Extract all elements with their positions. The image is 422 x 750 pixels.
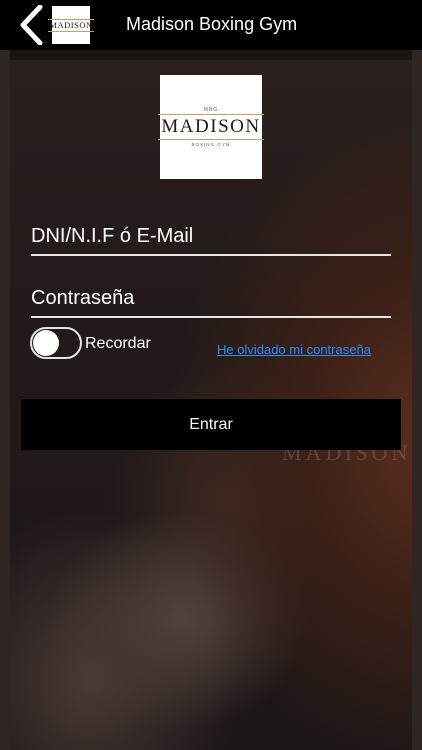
toggle-knob	[33, 330, 59, 356]
user-id-placeholder: DNI/N.I.F ó E-Mail	[31, 225, 194, 247]
login-button-label: Entrar	[189, 415, 233, 433]
logo-subtitle: BOXING GYM	[191, 142, 231, 147]
password-field[interactable]: Contraseña	[31, 282, 391, 318]
chevron-left-icon	[20, 5, 43, 45]
password-placeholder: Contraseña	[31, 287, 135, 309]
logo-top-text: MBG	[203, 107, 219, 113]
app-bar: MADISON Madison Boxing Gym	[0, 0, 422, 50]
logo-name: MADISON	[158, 114, 264, 140]
forgot-password-link[interactable]: He olvidado mi contraseña	[217, 342, 371, 357]
frame-right	[412, 50, 422, 750]
login-button[interactable]: Entrar	[21, 399, 401, 450]
remember-label: Recordar	[85, 335, 151, 352]
header-logo-name: MADISON	[48, 18, 94, 32]
back-button[interactable]	[14, 5, 48, 45]
header-logo: MADISON	[48, 6, 94, 44]
gym-logo: MBG MADISON BOXING GYM	[158, 75, 264, 179]
frame-left	[0, 50, 10, 750]
user-id-field[interactable]: DNI/N.I.F ó E-Mail	[31, 220, 391, 256]
app-title: Madison Boxing Gym	[126, 14, 298, 34]
remember-toggle[interactable]	[30, 327, 82, 359]
